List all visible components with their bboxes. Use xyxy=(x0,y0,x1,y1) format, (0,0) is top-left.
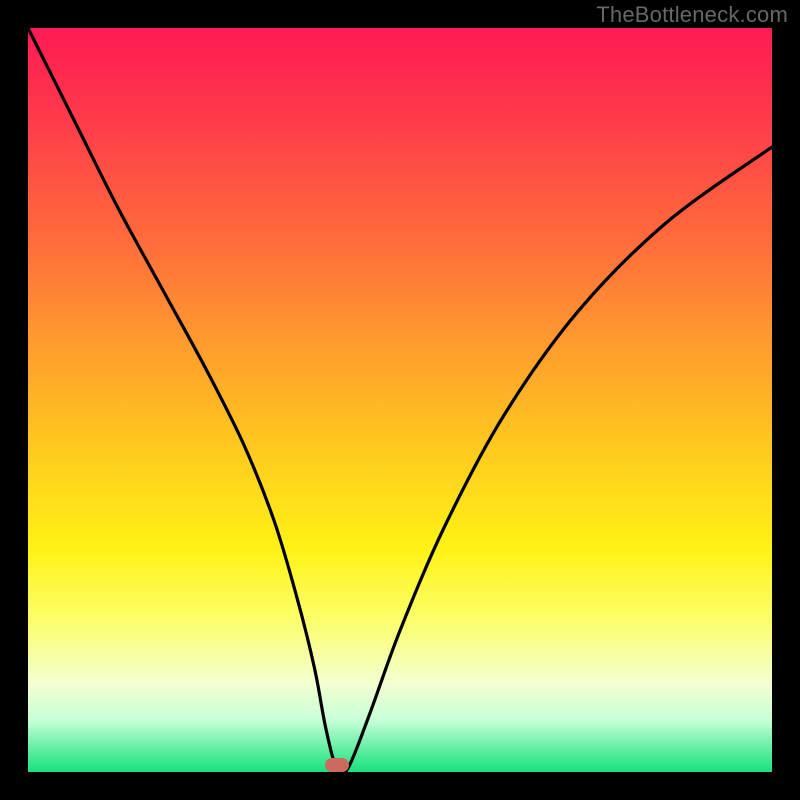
watermark-text: TheBottleneck.com xyxy=(596,2,788,28)
optimum-marker xyxy=(325,758,349,772)
chart-frame: TheBottleneck.com xyxy=(0,0,800,800)
plot-area xyxy=(28,28,772,772)
bottleneck-curve xyxy=(28,28,772,772)
